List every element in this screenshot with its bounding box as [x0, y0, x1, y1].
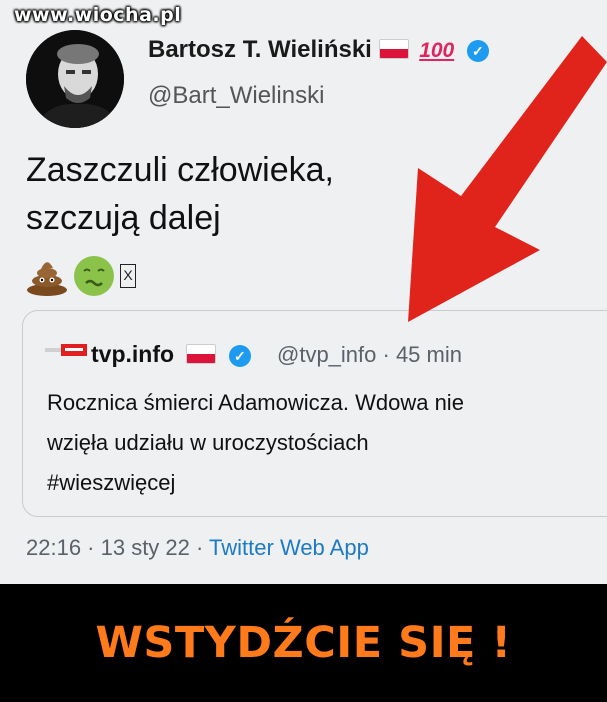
caption-text: WSTYDŹCIE SIĘ ! [95, 618, 512, 668]
red-arrow-icon [408, 36, 607, 322]
watermark: www.wiocha.pl [14, 4, 182, 26]
tweet-card: www.wiocha.pl Bartosz T. Wieliński 100 ✓… [0, 0, 607, 584]
caption-banner: WSTYDŹCIE SIĘ ! [0, 584, 607, 702]
